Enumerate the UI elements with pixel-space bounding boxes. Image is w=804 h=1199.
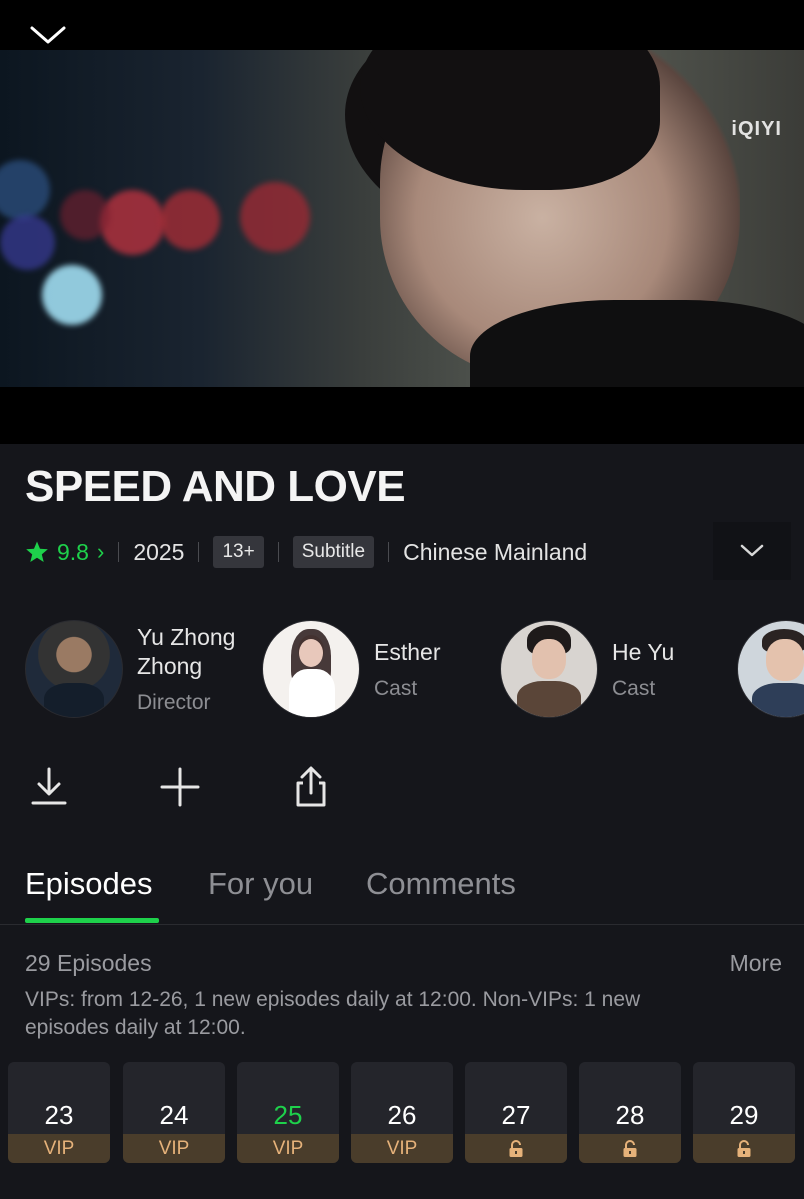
brand-logo: iQIYI [731, 118, 782, 140]
person-name: He Yu [612, 638, 675, 665]
person-role: Cast [612, 676, 656, 700]
unlock-badge [579, 1134, 681, 1163]
region-label: Chinese Mainland [403, 538, 588, 565]
release-schedule: VIPs: from 12-26, 1 new episodes daily a… [25, 988, 641, 1039]
subtitle-badge: Subtitle [292, 536, 375, 568]
avatar [262, 620, 360, 718]
avatar [737, 620, 804, 718]
add-icon[interactable] [158, 765, 202, 809]
person-cast-he-yu[interactable]: He Yu Cast [500, 620, 674, 718]
show-meta: 9.8 › 2025 13+ Subtitle Chinese Mainland [25, 534, 587, 570]
vip-badge: VIP [237, 1134, 339, 1163]
episode-item[interactable]: 27 [465, 1062, 567, 1163]
avatar [25, 620, 123, 718]
chevron-down-icon [740, 544, 764, 557]
more-button[interactable]: More [730, 950, 782, 977]
show-title: SPEED AND LOVE [25, 462, 406, 511]
share-icon[interactable] [289, 765, 333, 809]
cast-list: Yu Zhong Zhong Director Esther Cast He Y… [25, 620, 804, 720]
episode-number: 23 [44, 1100, 74, 1130]
person-name: Esther [374, 638, 441, 665]
top-bar [0, 0, 804, 50]
person-cast-more[interactable] [737, 620, 804, 718]
episode-number: 25 [273, 1100, 303, 1130]
person-name: Yu Zhong Zhong [137, 624, 236, 679]
person-director[interactable]: Yu Zhong Zhong Director [25, 620, 235, 718]
episode-count: 29 Episodes [25, 950, 152, 976]
episode-number: 24 [159, 1100, 189, 1130]
chevron-down-icon[interactable] [28, 22, 68, 48]
star-icon [26, 541, 48, 562]
tab-episodes[interactable]: Episodes [25, 866, 153, 902]
action-bar [0, 765, 804, 809]
vip-badge: VIP [351, 1134, 453, 1163]
person-role: Cast [374, 676, 418, 700]
tab-comments[interactable]: Comments [366, 866, 516, 902]
episode-number: 29 [729, 1100, 759, 1130]
expand-details-button[interactable] [713, 522, 791, 580]
download-icon[interactable] [27, 765, 71, 809]
rating-value[interactable]: 9.8 [57, 539, 89, 566]
person-role: Director [137, 691, 211, 714]
episode-list: 23 VIP 24 VIP 25 VIP 26 VIP 27 28 29 [8, 1062, 804, 1163]
content-tabs: Episodes For you Comments [0, 860, 804, 925]
divider [277, 542, 279, 562]
active-tab-indicator [25, 918, 159, 923]
episode-number: 26 [387, 1100, 417, 1130]
episode-item[interactable]: 29 [693, 1062, 795, 1163]
chevron-right-icon[interactable]: › [97, 539, 104, 565]
episode-item[interactable]: 28 [579, 1062, 681, 1163]
unlock-badge [465, 1134, 567, 1163]
video-player[interactable]: iQIYI [0, 50, 804, 387]
unlock-icon [737, 1140, 751, 1157]
divider [198, 542, 200, 562]
vip-badge: VIP [8, 1134, 110, 1163]
episode-item[interactable]: 26 VIP [351, 1062, 453, 1163]
divider [118, 542, 120, 562]
episode-number: 27 [501, 1100, 531, 1130]
person-cast-esther[interactable]: Esther Cast [262, 620, 440, 718]
tab-for-you[interactable]: For you [208, 866, 313, 902]
episode-number: 28 [615, 1100, 645, 1130]
unlock-badge [693, 1134, 795, 1163]
episode-item[interactable]: 23 VIP [8, 1062, 110, 1163]
episode-item-current[interactable]: 25 VIP [237, 1062, 339, 1163]
avatar [500, 620, 598, 718]
release-year: 2025 [133, 538, 185, 565]
age-rating-badge: 13+ [213, 536, 264, 568]
player-bottom-bar [0, 387, 804, 444]
unlock-icon [509, 1140, 523, 1157]
unlock-icon [623, 1140, 637, 1157]
episode-item[interactable]: 24 VIP [123, 1062, 225, 1163]
vip-badge: VIP [123, 1134, 225, 1163]
divider [388, 542, 390, 562]
